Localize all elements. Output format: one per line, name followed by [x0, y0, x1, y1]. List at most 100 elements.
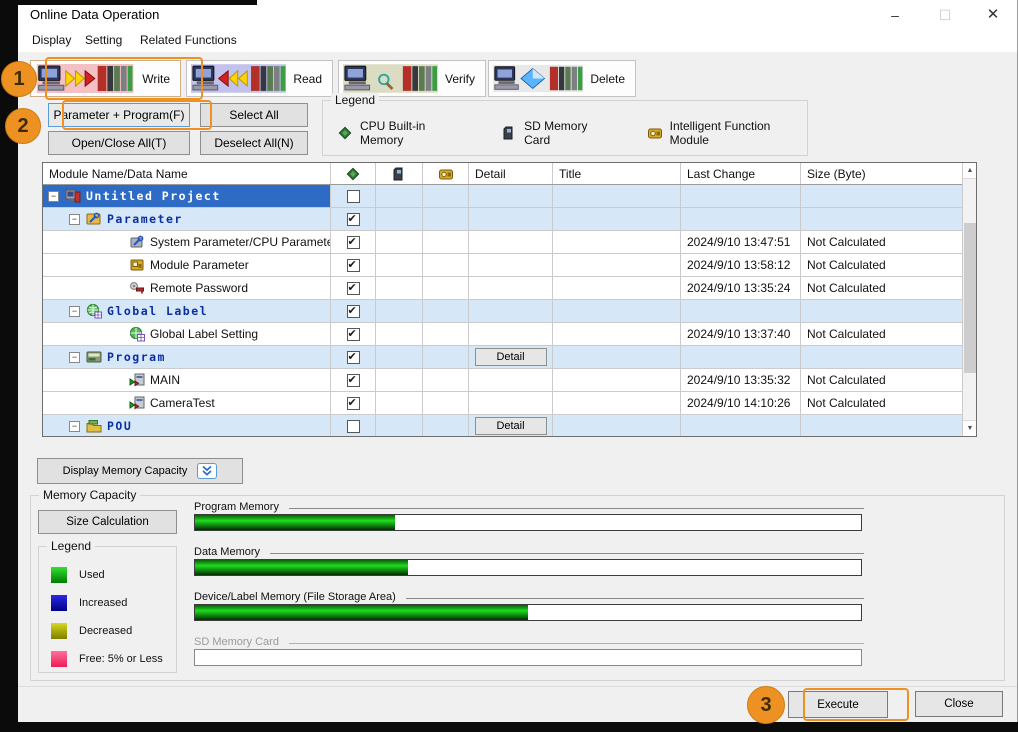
row-checkbox[interactable]	[347, 351, 360, 364]
row-sd-card-cell	[376, 254, 423, 276]
row-cpu-memory-cell	[331, 369, 376, 391]
row-checkbox[interactable]	[347, 305, 360, 318]
parameter-program-button[interactable]: Parameter + Program(F)	[48, 103, 190, 127]
expand-collapse-toggle[interactable]: −	[48, 191, 59, 202]
row-name-cell: Remote Password	[43, 277, 331, 299]
table-row[interactable]: − Parameter	[43, 208, 976, 231]
header-cpu-built-in-memory[interactable]	[331, 163, 376, 184]
row-checkbox[interactable]	[347, 374, 360, 387]
close-window-button[interactable]: ✕	[976, 2, 1010, 28]
menu-related-functions[interactable]: Related Functions	[140, 33, 237, 47]
row-checkbox[interactable]	[347, 236, 360, 249]
header-intelligent-function-module[interactable]	[423, 163, 469, 184]
row-checkbox[interactable]	[347, 190, 360, 203]
parameter-icon	[86, 211, 102, 227]
legend-item: SD Memory Card	[501, 119, 612, 147]
system-parameter-icon	[129, 234, 145, 250]
size-calculation-button[interactable]: Size Calculation	[38, 510, 177, 534]
header-detail[interactable]: Detail	[469, 163, 553, 184]
row-ifm-cell	[423, 346, 469, 368]
menu-setting[interactable]: Setting	[85, 33, 122, 47]
row-sd-card-cell	[376, 300, 423, 322]
detail-button[interactable]: Detail	[475, 417, 547, 435]
row-detail-cell	[469, 208, 553, 230]
display-memory-capacity-button[interactable]: Display Memory Capacity	[37, 458, 243, 484]
maximize-button[interactable]: ☐	[928, 2, 962, 28]
header-sd-memory-card[interactable]	[376, 163, 423, 184]
table-row[interactable]: −Global Label	[43, 300, 976, 323]
deselect-all-button[interactable]: Deselect All(N)	[200, 131, 308, 155]
row-checkbox[interactable]	[347, 420, 360, 433]
table-row[interactable]: Remote Password2024/9/10 13:35:24Not Cal…	[43, 277, 976, 300]
table-row[interactable]: − POU Detail	[43, 415, 976, 437]
row-last-change-cell	[681, 185, 801, 207]
verify-button[interactable]: Verify	[338, 60, 486, 97]
execute-button[interactable]: Execute	[788, 691, 888, 718]
row-size-cell: Not Calculated	[801, 254, 964, 276]
row-name-cell: − Parameter	[43, 208, 331, 230]
row-checkbox[interactable]	[347, 282, 360, 295]
row-label: POU	[107, 419, 132, 433]
row-detail-cell	[469, 369, 553, 391]
row-size-cell	[801, 208, 964, 230]
row-label: Global Label Setting	[150, 327, 258, 341]
row-sd-card-cell	[376, 346, 423, 368]
header-module-name[interactable]: Module Name/Data Name	[43, 163, 331, 184]
scrollbar-thumb[interactable]	[964, 223, 976, 373]
menu-display[interactable]: Display	[32, 33, 71, 47]
read-button[interactable]: Read	[186, 60, 333, 97]
minimize-button[interactable]: –	[878, 2, 912, 28]
table-row[interactable]: CameraTest2024/9/10 14:10:26Not Calculat…	[43, 392, 976, 415]
expand-collapse-toggle[interactable]: −	[69, 421, 80, 432]
close-button[interactable]: Close	[915, 691, 1003, 717]
memory-bars: Program MemoryFree28/40KBData MemoryFree…	[194, 496, 994, 682]
table-row[interactable]: MAIN2024/9/10 13:35:32Not Calculated	[43, 369, 976, 392]
module-data-table: Module Name/Data Name Detail Title Last …	[42, 162, 977, 437]
table-vertical-scrollbar[interactable]: ▲ ▼	[962, 163, 976, 436]
open-close-all-button[interactable]: Open/Close All(T)	[48, 131, 190, 155]
row-detail-cell: Detail	[469, 415, 553, 437]
row-detail-cell	[469, 323, 553, 345]
row-label: Parameter	[107, 212, 183, 226]
table-row[interactable]: −ProgramDetail	[43, 346, 976, 369]
memory-legend-label: Free: 5% or Less	[79, 653, 163, 665]
header-last-change[interactable]: Last Change	[681, 163, 801, 184]
header-title[interactable]: Title	[553, 163, 681, 184]
expand-collapse-toggle[interactable]: −	[69, 306, 80, 317]
table-row[interactable]: −Untitled Project	[43, 185, 976, 208]
row-ifm-cell	[423, 415, 469, 437]
detail-button[interactable]: Detail	[475, 348, 547, 366]
legend-item: Intelligent Function Module	[647, 119, 807, 147]
expand-collapse-toggle[interactable]: −	[69, 352, 80, 363]
remote-password-icon	[129, 280, 145, 296]
row-label: System Parameter/CPU Parameter	[150, 235, 331, 249]
memory-bar-row: Data MemoryFree1051/1537KB	[194, 546, 994, 586]
row-checkbox[interactable]	[347, 259, 360, 272]
cpu-built-in-memory-icon	[337, 125, 353, 141]
table-row[interactable]: System Parameter/CPU Parameter2024/9/10 …	[43, 231, 976, 254]
row-sd-card-cell	[376, 369, 423, 391]
delete-button[interactable]: Delete	[488, 60, 636, 97]
row-sd-card-cell	[376, 392, 423, 414]
row-title-cell	[553, 277, 681, 299]
row-checkbox[interactable]	[347, 397, 360, 410]
select-all-button[interactable]: Select All	[200, 103, 308, 127]
yellow-swatch	[51, 623, 67, 639]
scroll-down-icon[interactable]: ▼	[963, 420, 977, 436]
header-size-byte[interactable]: Size (Byte)	[801, 163, 964, 184]
memory-capacity-group: Memory Capacity Size Calculation Legend …	[30, 495, 1005, 681]
table-row[interactable]: Global Label Setting2024/9/10 13:37:40No…	[43, 323, 976, 346]
expand-collapse-toggle[interactable]: −	[69, 214, 80, 225]
row-checkbox[interactable]	[347, 328, 360, 341]
write-button[interactable]: Write	[30, 60, 181, 97]
row-detail-cell	[469, 277, 553, 299]
row-checkbox[interactable]	[347, 213, 360, 226]
scroll-up-icon[interactable]: ▲	[963, 163, 977, 179]
row-last-change-cell: 2024/9/10 13:58:12	[681, 254, 801, 276]
row-cpu-memory-cell	[331, 300, 376, 322]
row-title-cell	[553, 300, 681, 322]
table-row[interactable]: Module Parameter 2024/9/10 13:58:12Not Ca…	[43, 254, 976, 277]
row-name-cell: Module Parameter	[43, 254, 331, 276]
blue-swatch	[51, 595, 67, 611]
row-cpu-memory-cell	[331, 208, 376, 230]
